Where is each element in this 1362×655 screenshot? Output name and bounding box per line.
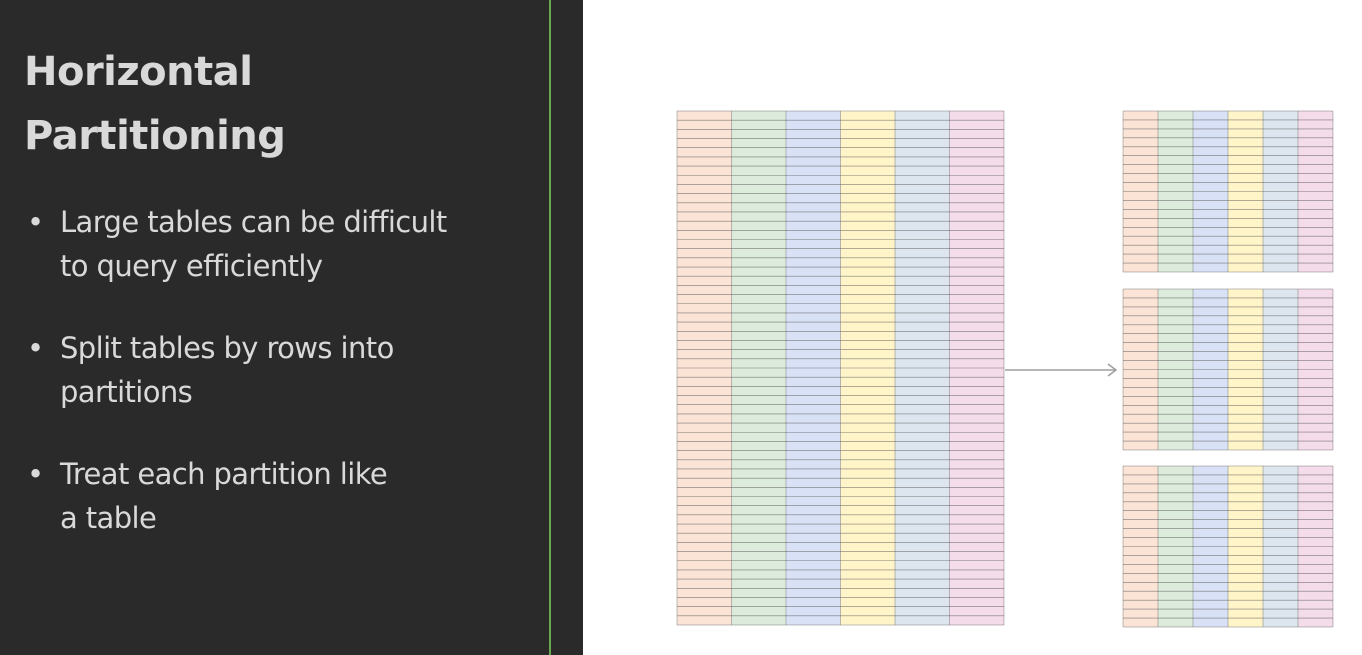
partition-tables: [1122, 110, 1334, 628]
bullet-item: • Large tables can be difficult to query…: [24, 200, 524, 288]
text-panel: Horizontal Partitioning • Large tables c…: [0, 0, 583, 655]
bullet-item: • Split tables by rows into partitions: [24, 326, 524, 414]
bullet-dot-icon: •: [27, 205, 44, 239]
partition-table: [1122, 465, 1334, 628]
slide-title-line-1: Horizontal: [24, 49, 253, 95]
slide: Horizontal Partitioning • Large tables c…: [0, 0, 1362, 655]
slide-title-line-2: Partitioning: [24, 113, 286, 159]
bullet-dot-icon: •: [27, 457, 44, 491]
bullet-text-line: partitions: [60, 375, 193, 409]
slide-title: Horizontal Partitioning: [24, 40, 524, 168]
partition-table: [1122, 110, 1334, 273]
bullet-text-line: Treat each partition like: [60, 457, 388, 491]
partition-diagram: [676, 110, 1334, 628]
arrow-right-icon: [1005, 363, 1118, 377]
source-table: [676, 110, 1005, 626]
diagram-panel: [583, 0, 1362, 655]
bullet-dot-icon: •: [27, 331, 44, 365]
bullet-item: • Treat each partition like a table: [24, 452, 524, 540]
accent-divider: [549, 0, 551, 655]
bullet-text-line: Large tables can be difficult: [60, 205, 447, 239]
bullet-list: • Large tables can be difficult to query…: [24, 200, 524, 578]
bullet-text-line: a table: [60, 501, 157, 535]
bullet-text-line: to query efficiently: [60, 249, 323, 283]
bullet-text-line: Split tables by rows into: [60, 331, 394, 365]
partition-table: [1122, 288, 1334, 451]
